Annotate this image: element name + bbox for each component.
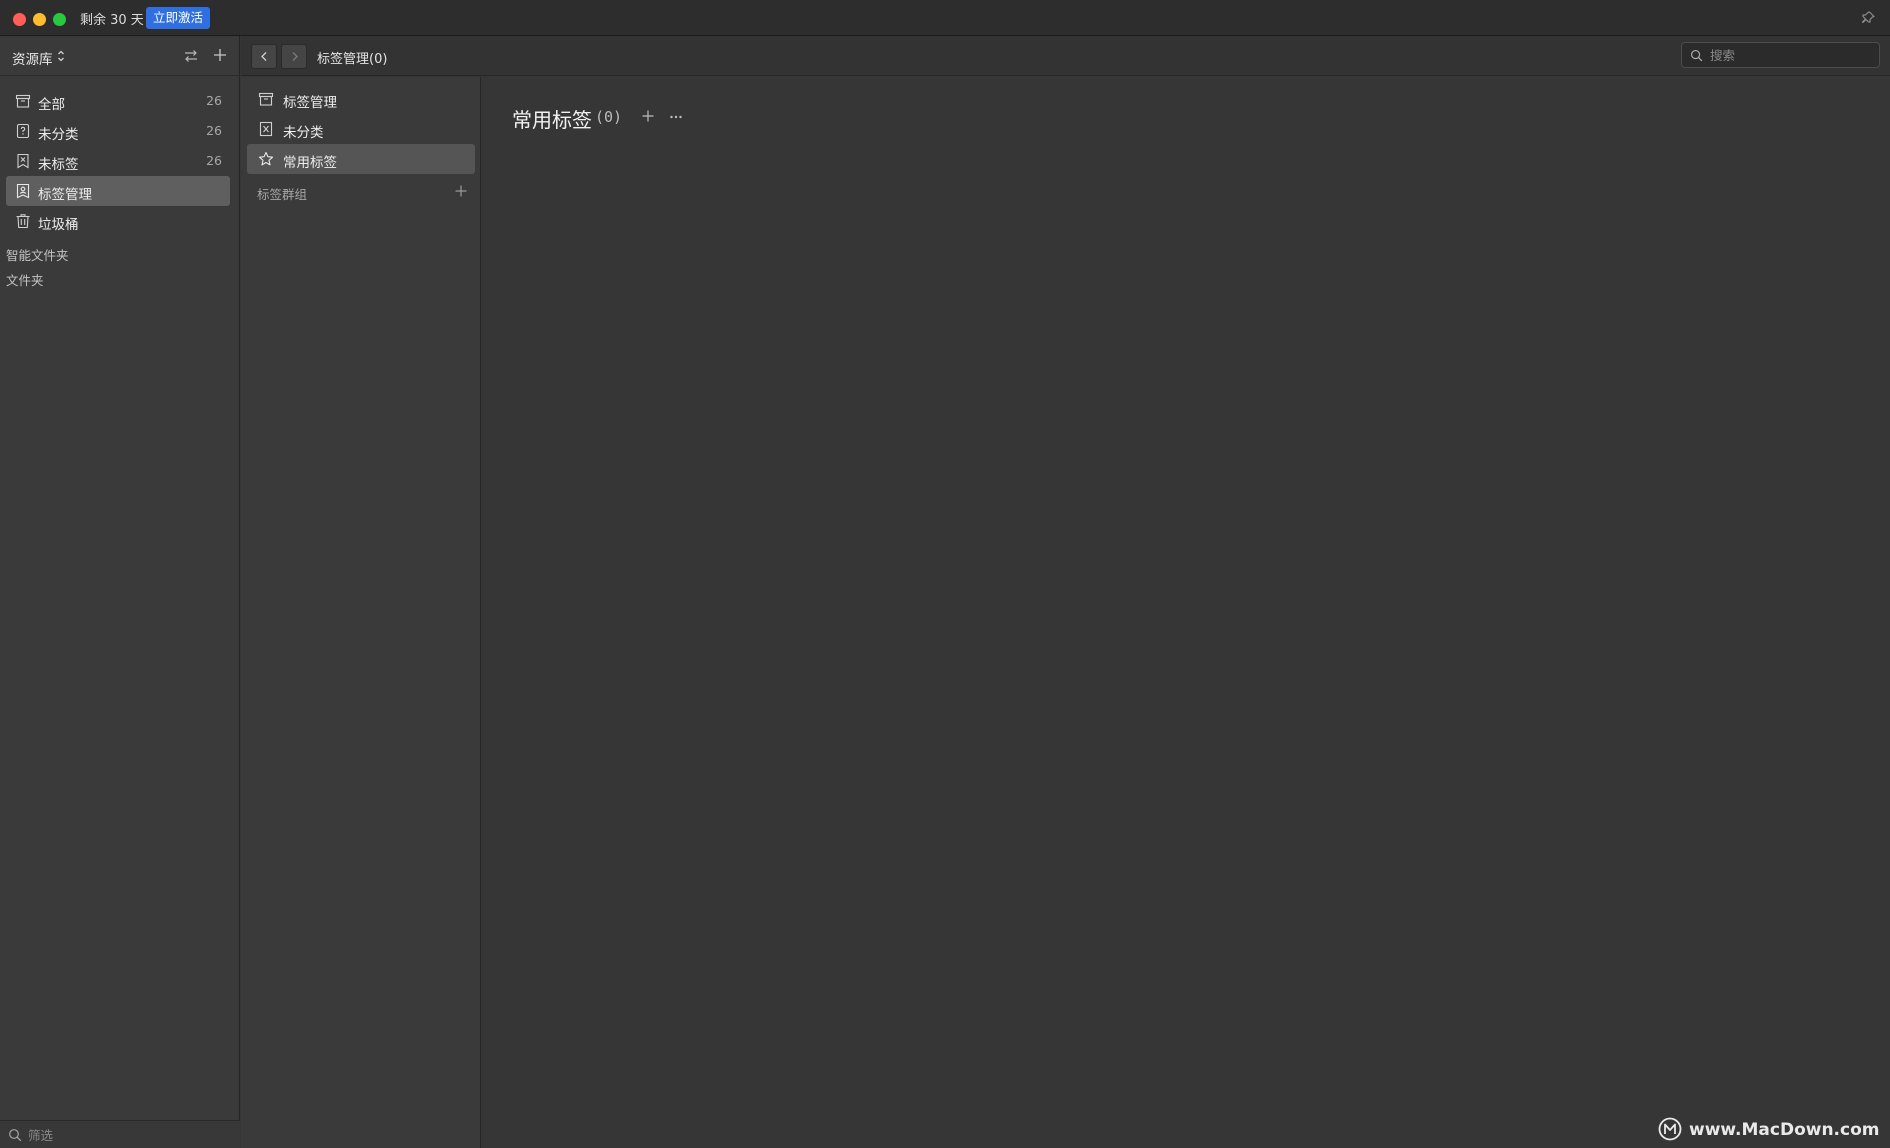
add-tag-group-icon[interactable] [454, 184, 468, 198]
sidebar-item-untagged[interactable]: 未标签 26 [6, 146, 230, 176]
swap-icon[interactable] [183, 48, 199, 64]
watermark: www.MacDown.com [1658, 1117, 1880, 1143]
tag-groups-label: 标签群组 [257, 187, 308, 202]
item-count: 26 [206, 93, 222, 108]
tag-panel-item-label: 标签管理 [283, 95, 337, 111]
search-icon [1691, 50, 1703, 62]
add-tag-icon[interactable] [641, 109, 655, 123]
search-icon [9, 1129, 22, 1142]
star-icon [258, 151, 274, 166]
sidebar-item-trash[interactable]: 垃圾桶 [6, 206, 230, 236]
sidebar-item-label: 未分类 [38, 127, 79, 143]
untagged-bookmark-icon [17, 153, 29, 169]
content-title: 常用标签 [512, 108, 592, 132]
tag-panel-item-label: 未分类 [283, 125, 324, 141]
sidebar-item-label: 垃圾桶 [38, 217, 79, 233]
sidebar-item-label: 标签管理 [38, 187, 92, 203]
chevron-updown-icon[interactable] [57, 49, 65, 63]
tag-count: (0) [595, 108, 623, 126]
tag-panel-item-unsorted[interactable]: 未分类 [247, 114, 475, 144]
window-maximize-button[interactable] [53, 13, 66, 26]
filter-input[interactable] [28, 1125, 228, 1145]
item-count: 26 [206, 153, 222, 168]
filter-bar [0, 1120, 240, 1148]
toolbar: 标签管理(0) [241, 36, 1890, 76]
archive-box-icon [15, 94, 31, 108]
search-box[interactable] [1681, 42, 1880, 68]
sidebar: 资源库 全部 26 未分类 26 未标签 26 标签管理 垃圾桶 智能文件夹 文… [0, 36, 240, 1148]
library-selector[interactable]: 资源库 [12, 48, 53, 68]
pin-icon[interactable] [1860, 10, 1876, 26]
add-icon[interactable] [212, 47, 228, 63]
tag-panel-item-label: 常用标签 [283, 155, 337, 171]
archive-box-icon [258, 92, 274, 106]
title-bar: 剩余 30 天 立即激活 [0, 0, 1890, 36]
chevron-left-icon [261, 52, 267, 61]
macdown-logo-icon [1658, 1117, 1682, 1141]
smart-folders-section[interactable]: 智能文件夹 [6, 245, 69, 264]
sidebar-item-all[interactable]: 全部 26 [6, 86, 230, 116]
main-content: 常用标签 (0) www.MacDown.com [482, 77, 1890, 1148]
folders-section[interactable]: 文件夹 [6, 270, 44, 289]
watermark-text: www.MacDown.com [1689, 1120, 1880, 1140]
tag-panel-item-manage[interactable]: 标签管理 [247, 84, 475, 114]
search-input[interactable] [1710, 46, 1870, 64]
more-options-icon[interactable] [669, 110, 683, 124]
unsorted-question-icon [16, 123, 30, 139]
unsorted-x-icon [259, 121, 273, 137]
tag-panel-item-favorites[interactable]: 常用标签 [247, 144, 475, 174]
tag-manage-icon [16, 183, 30, 199]
trash-icon [16, 214, 30, 229]
window-minimize-button[interactable] [33, 13, 46, 26]
back-button[interactable] [251, 44, 277, 69]
forward-button[interactable] [281, 44, 307, 69]
sidebar-item-label: 未标签 [38, 157, 79, 173]
sidebar-item-tag-manage[interactable]: 标签管理 [6, 176, 230, 206]
tag-panel: 标签管理 未分类 常用标签 标签群组 [241, 77, 481, 1148]
window-close-button[interactable] [13, 13, 26, 26]
item-count: 26 [206, 123, 222, 138]
sidebar-item-unsorted[interactable]: 未分类 26 [6, 116, 230, 146]
sidebar-header: 资源库 [0, 36, 240, 76]
sidebar-item-label: 全部 [38, 97, 65, 113]
page-title: 标签管理(0) [317, 52, 388, 67]
activate-now-button[interactable]: 立即激活 [146, 7, 211, 29]
chevron-right-icon [292, 52, 298, 61]
trial-remaining-text: 剩余 30 天 [80, 13, 144, 28]
